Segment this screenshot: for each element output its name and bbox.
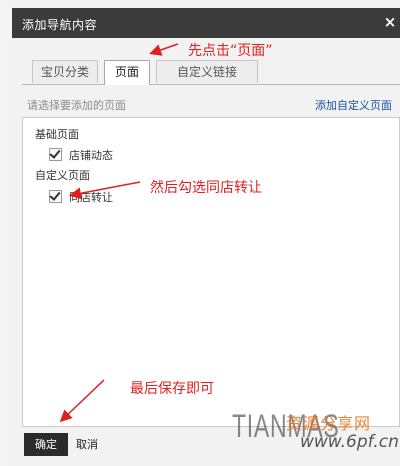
add-nav-content-dialog: 添加导航内容 × 宝贝分类 页面 自定义链接 请选择要添加的页面 添加自定义页面… xyxy=(0,0,400,466)
checkmark-icon xyxy=(49,189,61,201)
annotation-step3: 最后保存即可 xyxy=(130,381,214,397)
store-news-checkbox[interactable] xyxy=(49,147,62,161)
cancel-button[interactable]: 取消 xyxy=(76,433,98,456)
transfer-checkbox[interactable] xyxy=(49,189,62,203)
dialog-title: 添加导航内容 xyxy=(22,18,98,32)
tab-bar: 宝贝分类 页面 自定义链接 xyxy=(22,60,400,85)
tab-pages[interactable]: 页面 xyxy=(104,60,150,85)
group-label-custom: 自定义页面 xyxy=(35,169,90,182)
select-page-prompt: 请选择要添加的页面 xyxy=(27,99,126,112)
checkmark-icon xyxy=(49,147,61,159)
watermark-url: www.6pf.cn xyxy=(300,432,399,452)
close-icon[interactable]: × xyxy=(382,13,398,31)
dialog-title-bar: 添加导航内容 × xyxy=(12,8,400,38)
group-label-basic: 基础页面 xyxy=(35,128,79,141)
annotation-step2: 然后勾选同店转让 xyxy=(150,180,262,196)
tab-custom-link[interactable]: 自定义链接 xyxy=(156,60,258,83)
ok-button[interactable]: 确定 xyxy=(24,433,68,456)
tab-item-categories[interactable]: 宝贝分类 xyxy=(32,60,98,83)
transfer-label: 同店转让 xyxy=(69,191,113,204)
store-news-label: 店铺动态 xyxy=(69,149,113,162)
list-item-store-news[interactable]: 店铺动态 xyxy=(49,147,169,162)
add-custom-page-link[interactable]: 添加自定义页面 xyxy=(315,97,392,113)
watermark-cn: 资源分享网 xyxy=(286,414,372,433)
annotation-step1: 先点击“页面” xyxy=(188,43,273,59)
